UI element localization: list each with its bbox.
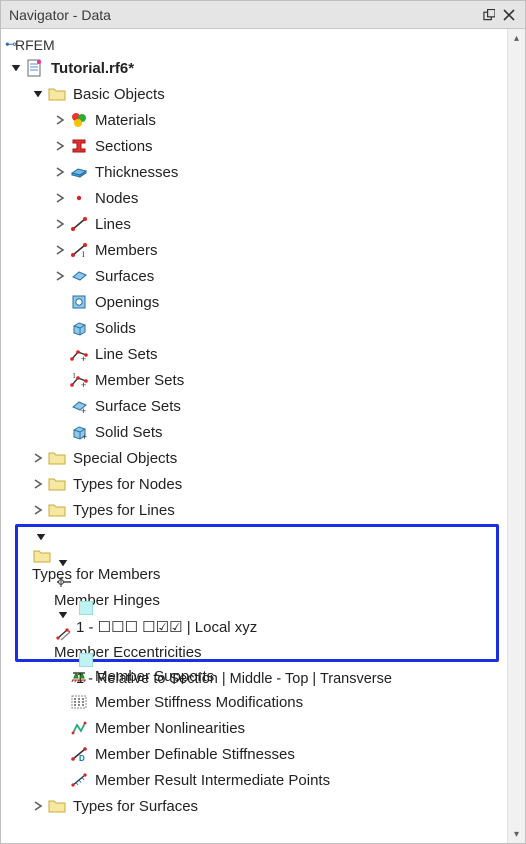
tree-item-openings[interactable]: Openings [95, 294, 159, 311]
hinge-icon [54, 572, 74, 592]
tree-item-surface-sets[interactable]: Surface Sets [95, 398, 181, 415]
chevron-down-icon[interactable] [7, 59, 25, 77]
root-app-label: RFEM [15, 33, 55, 55]
line-sets-icon [69, 344, 89, 364]
definable-stiffness-icon [69, 744, 89, 764]
chevron-right-icon[interactable] [29, 797, 47, 815]
tree-item-solid-sets[interactable]: Solid Sets [95, 424, 163, 441]
tree-item-member-definable-stiffnesses[interactable]: Member Definable Stiffnesses [95, 746, 295, 763]
chevron-right-icon[interactable] [51, 267, 69, 285]
tree-item-nodes[interactable]: Nodes [95, 190, 138, 207]
navigator-panel: Navigator - Data ⊷ RFEM Tutorial.rf6* [0, 0, 526, 844]
solid-sets-icon [69, 422, 89, 442]
surfaces-icon [69, 266, 89, 286]
tree-item-types-for-members[interactable]: Types for Members [32, 566, 160, 583]
tree-item-member-nonlinearities[interactable]: Member Nonlinearities [95, 720, 245, 737]
tree-item-member-hinges[interactable]: Member Hinges [54, 592, 160, 609]
member-sets-icon [69, 370, 89, 390]
scroll-up-icon[interactable]: ▴ [508, 29, 525, 47]
tree-item-materials[interactable]: Materials [95, 112, 156, 129]
tree-item-types-for-nodes[interactable]: Types for Nodes [73, 476, 182, 493]
result-intermediate-icon [69, 770, 89, 790]
chevron-right-icon[interactable] [51, 163, 69, 181]
solids-icon [69, 318, 89, 338]
nonlinearities-icon [69, 718, 89, 738]
folder-icon [47, 500, 67, 520]
file-icon [25, 58, 45, 78]
tree-item-thicknesses[interactable]: Thicknesses [95, 164, 178, 181]
tree-item-lines[interactable]: Lines [95, 216, 131, 233]
chevron-right-icon[interactable] [51, 111, 69, 129]
supports-icon [69, 666, 89, 686]
materials-icon [69, 110, 89, 130]
chevron-down-icon[interactable] [29, 85, 47, 103]
tree-item-members[interactable]: Members [95, 242, 158, 259]
chevron-right-icon[interactable] [51, 241, 69, 259]
folder-icon [47, 474, 67, 494]
highlight-region: Types for Members Member Hinges [15, 524, 499, 662]
pin-icon: ⊷ [1, 37, 15, 51]
lines-icon [69, 214, 89, 234]
nodes-icon [69, 188, 89, 208]
tree-item-line-sets[interactable]: Line Sets [95, 346, 158, 363]
file-name[interactable]: Tutorial.rf6* [51, 60, 134, 77]
tree-item-types-for-lines[interactable]: Types for Lines [73, 502, 175, 519]
tree-item-solids[interactable]: Solids [95, 320, 136, 337]
sections-icon [69, 136, 89, 156]
members-icon [69, 240, 89, 260]
scroll-down-icon[interactable]: ▾ [508, 825, 525, 843]
tree-item-member-supports[interactable]: Member Supports [95, 668, 214, 685]
vertical-scrollbar[interactable]: ▴ ▾ [507, 29, 525, 843]
chevron-right-icon[interactable] [29, 501, 47, 519]
tree-item-member-eccentricities[interactable]: Member Eccentricities [54, 644, 202, 661]
eccentricity-icon [54, 624, 74, 644]
tree-item-surfaces[interactable]: Surfaces [95, 268, 154, 285]
tree-item-member-sets[interactable]: Member Sets [95, 372, 184, 389]
tree-item-hinge-1[interactable]: 1 - ☐☐☐ ☐☑☑ | Local xyz [76, 619, 257, 636]
chevron-right-icon[interactable] [29, 449, 47, 467]
tree-item-basic-objects[interactable]: Basic Objects [73, 86, 165, 103]
folder-icon [47, 84, 67, 104]
folder-icon [32, 546, 52, 566]
tree-item-special-objects[interactable]: Special Objects [73, 450, 177, 467]
chevron-right-icon[interactable] [29, 475, 47, 493]
tree-item-sections[interactable]: Sections [95, 138, 153, 155]
tree: ⊷ RFEM Tutorial.rf6* [1, 29, 507, 843]
close-icon[interactable] [499, 5, 519, 25]
stiffness-mod-icon [69, 692, 89, 712]
folder-icon [47, 448, 67, 468]
dock-icon[interactable] [479, 5, 499, 25]
chevron-right-icon[interactable] [51, 137, 69, 155]
chevron-right-icon[interactable] [51, 189, 69, 207]
folder-icon [47, 796, 67, 816]
panel-title: Navigator - Data [7, 7, 479, 23]
chevron-right-icon[interactable] [51, 215, 69, 233]
tree-item-member-stiffness-mods[interactable]: Member Stiffness Modifications [95, 694, 303, 711]
openings-icon [69, 292, 89, 312]
surface-sets-icon [69, 396, 89, 416]
titlebar: Navigator - Data [1, 1, 525, 29]
chevron-down-icon[interactable] [32, 528, 50, 546]
thicknesses-icon [69, 162, 89, 182]
tree-item-types-for-surfaces[interactable]: Types for Surfaces [73, 798, 198, 815]
tree-item-member-result-intermediate[interactable]: Member Result Intermediate Points [95, 772, 330, 789]
